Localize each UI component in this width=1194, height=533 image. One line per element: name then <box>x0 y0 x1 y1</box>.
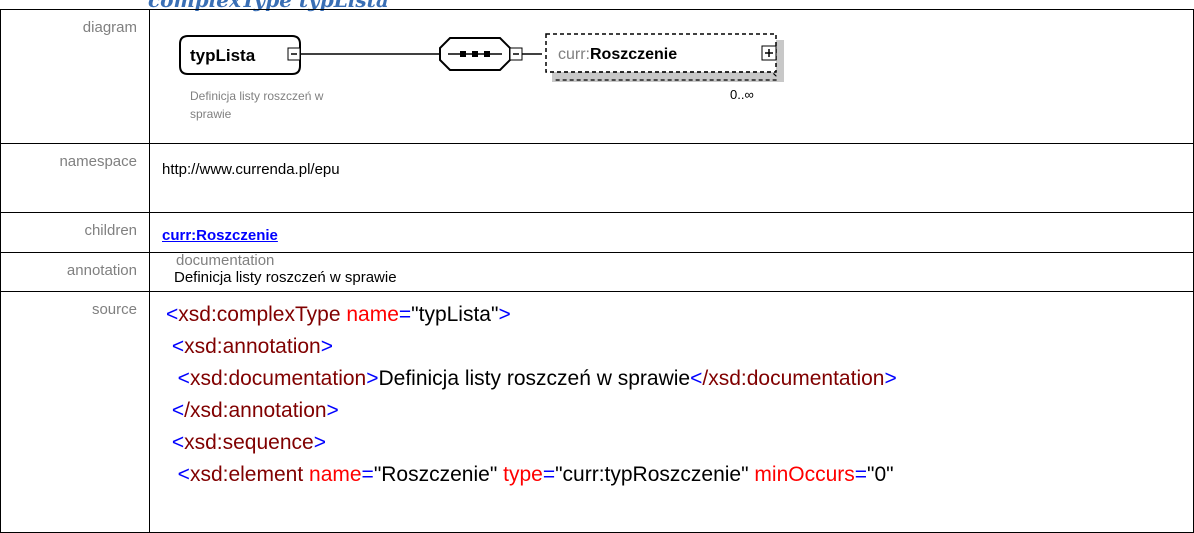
source-label: source <box>91 301 137 318</box>
namespace-value: http://www.currenda.pl/epu <box>162 161 340 178</box>
src-documentation-close: /xsd:documentation <box>702 367 885 390</box>
source-row: source <xsd:complexType name="typLista">… <box>0 291 1194 533</box>
src-element-tag: xsd:element <box>189 463 304 486</box>
diagram-label: diagram <box>82 19 137 36</box>
svg-text:curr:Roszczenie: curr:Roszczenie <box>558 46 677 63</box>
src-attr-name-2: name <box>309 463 362 486</box>
page-heading: complexType typLista <box>148 0 389 12</box>
src-val-roszczenie: "Roszczenie" <box>373 463 498 486</box>
type-name: typLista <box>190 46 256 65</box>
src-val-type: "curr:typRoszczenie" <box>555 463 749 486</box>
src-annotation-tag: xsd:annotation <box>184 335 321 358</box>
expand-toggle-icon[interactable] <box>761 45 777 61</box>
cardinality: 0..∞ <box>730 87 754 102</box>
annotation-label: annotation <box>66 262 137 279</box>
src-sequence-tag: xsd:sequence <box>184 431 314 454</box>
type-box: typLista <box>179 35 301 75</box>
sequence-icon <box>439 37 511 71</box>
src-val-typlista: "typLista" <box>411 303 499 326</box>
namespace-label: namespace <box>59 153 137 170</box>
child-link[interactable]: curr:Roszczenie <box>162 227 278 244</box>
sequence-collapse-icon[interactable] <box>509 47 523 61</box>
namespace-row: namespace http://www.currenda.pl/epu <box>0 143 1194 213</box>
src-complextype-tag: xsd:complexType <box>178 303 341 326</box>
src-documentation-tag: xsd:documentation <box>189 367 367 390</box>
child-name: Roszczenie <box>590 46 677 63</box>
src-documentation-text: Definicja listy roszczeń w sprawie <box>378 367 691 390</box>
src-attr-minoccurs: minOccurs <box>754 463 855 486</box>
type-doc-line1: Definicja listy roszczeń w <box>190 89 324 103</box>
src-annotation-close: /xsd:annotation <box>184 399 327 422</box>
annotation-heading: documentation <box>176 252 275 269</box>
diagram-row: diagram typLista Definicja listy roszcze… <box>0 9 1194 144</box>
annotation-row: annotation documentation Definicja listy… <box>0 252 1194 292</box>
children-row: children curr:Roszczenie <box>0 212 1194 253</box>
src-attr-name: name <box>346 303 399 326</box>
children-label: children <box>84 222 137 239</box>
annotation-text: Definicja listy roszczeń w sprawie <box>174 269 397 286</box>
src-val-minoccurs: "0" <box>867 463 894 486</box>
diagram: typLista Definicja listy roszczeń w spra… <box>150 10 850 143</box>
source-code: <xsd:complexType name="typLista"> <xsd:a… <box>166 303 897 486</box>
type-doc-line2: sprawie <box>190 107 232 121</box>
child-prefix: curr: <box>558 46 590 63</box>
schema-doc-table: diagram typLista Definicja listy roszcze… <box>0 9 1194 533</box>
collapse-toggle-icon[interactable] <box>287 47 301 61</box>
child-element-box[interactable]: curr:Roszczenie <box>545 33 784 82</box>
diagram-svg: typLista Definicja listy roszczeń w spra… <box>179 33 784 121</box>
src-attr-type: type <box>503 463 543 486</box>
